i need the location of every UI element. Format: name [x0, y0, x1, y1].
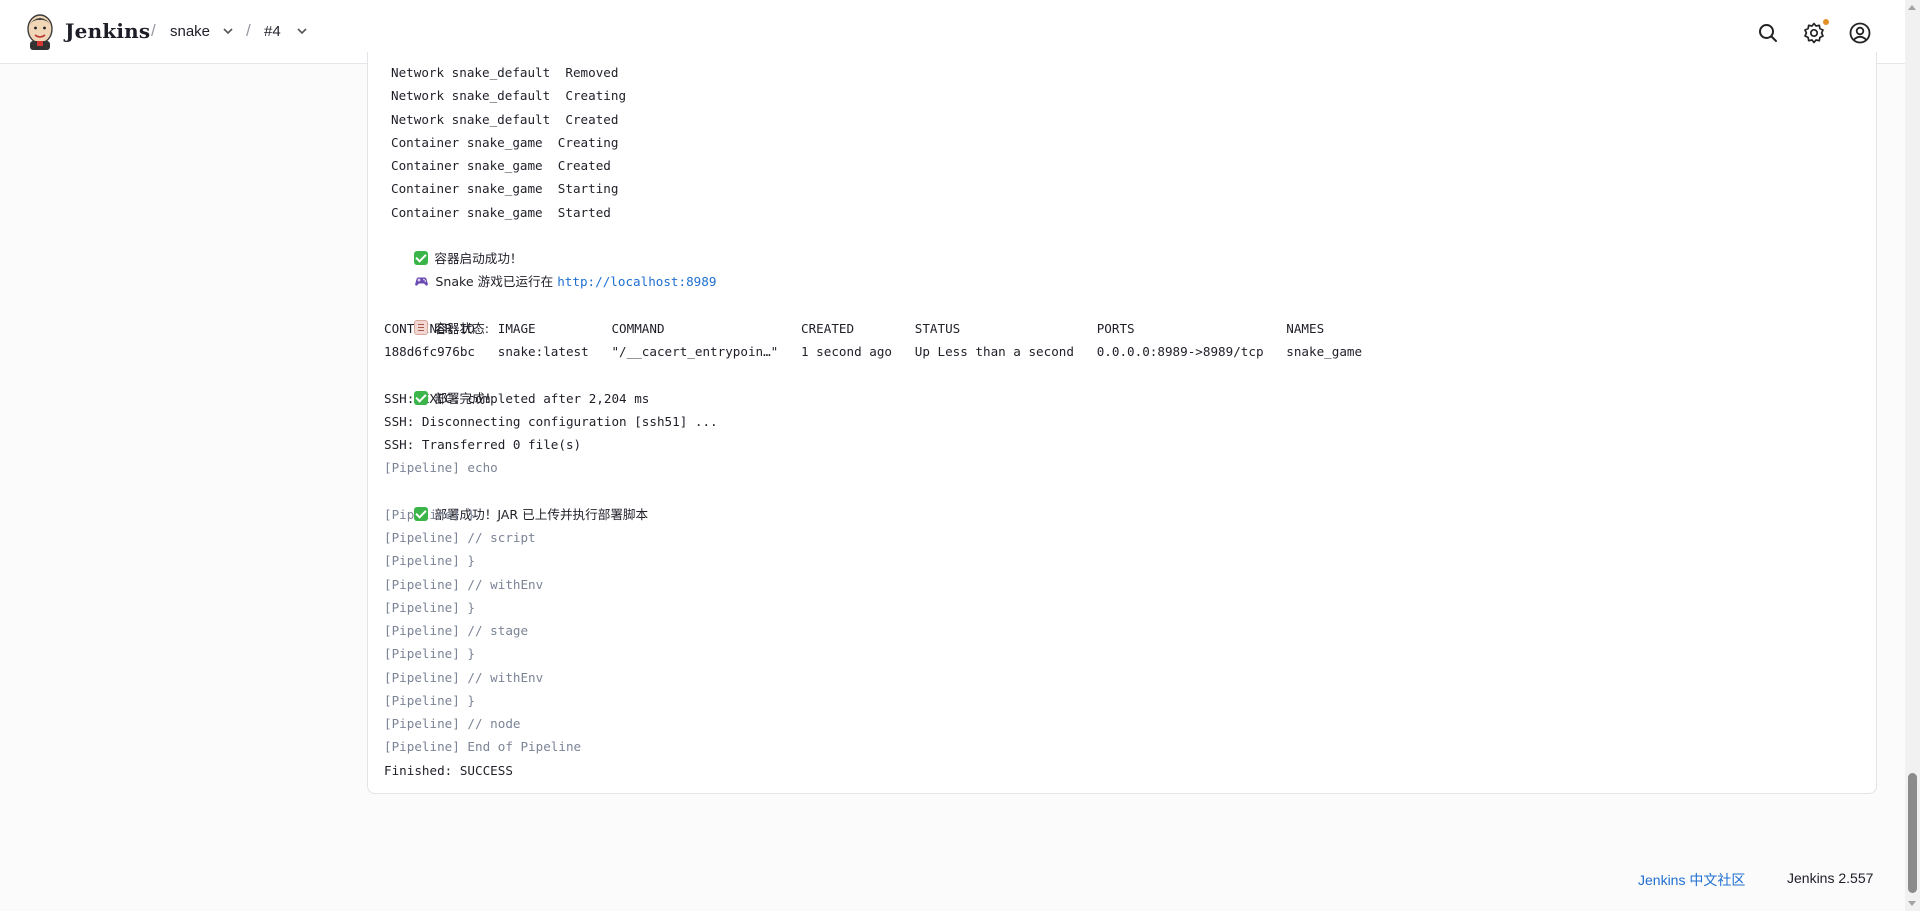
- console-line-pipeline: [Pipeline] }: [384, 692, 475, 708]
- console-line-pipeline: [Pipeline] }: [384, 599, 475, 615]
- console-line-pipeline: [Pipeline] echo: [384, 460, 498, 476]
- console-line: 容器状态:: [384, 294, 1864, 336]
- brand-name[interactable]: Jenkins: [65, 19, 150, 43]
- console-line-text: Snake 游戏已运行在: [435, 274, 558, 290]
- console-line: Snake 游戏已运行在 http://localhost:8989: [384, 247, 1864, 289]
- console-line: Container snake_game Created: [391, 158, 611, 173]
- chevron-down-icon[interactable]: [221, 24, 235, 38]
- game-controller-icon: [415, 277, 429, 286]
- breadcrumb-separator: /: [151, 21, 156, 40]
- console-line: Container snake_game Starting: [391, 181, 619, 197]
- console-line-text: 容器启动成功！: [434, 251, 523, 266]
- clipboard-icon: [414, 319, 429, 335]
- console-line: SSH: EXEC: completed after 2,204 ms: [384, 390, 650, 406]
- console-line: Network snake_default Creating: [391, 88, 627, 104]
- version-button[interactable]: Jenkins 2.557: [1787, 870, 1873, 886]
- console-line-pipeline: [Pipeline] End of Pipeline: [384, 739, 582, 755]
- breadcrumb-job-snake[interactable]: snake: [170, 23, 210, 40]
- page-scrollbar[interactable]: [1905, 0, 1920, 911]
- console-line: SSH: Disconnecting configuration [ssh51]…: [384, 413, 718, 429]
- console-line-pipeline: [Pipeline] // node: [384, 716, 521, 731]
- user-icon[interactable]: [1848, 21, 1872, 45]
- breadcrumb-build-number[interactable]: #4: [264, 23, 281, 40]
- console-line-pipeline: [Pipeline] // script: [384, 530, 536, 545]
- console-line: Container snake_game Creating: [391, 134, 619, 150]
- console-line: 容器启动成功！: [384, 224, 1864, 266]
- console-line: 188d6fc976bc snake:latest "/__cacert_ent…: [384, 344, 1363, 359]
- notification-dot: [1823, 19, 1829, 25]
- console-line: CONTAINER ID IMAGE COMMAND CREATED STATU…: [384, 320, 1325, 336]
- jenkins-logo-icon[interactable]: [24, 13, 56, 51]
- check-icon: [414, 390, 429, 405]
- console-line-pipeline: [Pipeline] // withEnv: [384, 576, 544, 592]
- console-line-pipeline: [Pipeline] }: [384, 553, 475, 569]
- console-line-pipeline: [Pipeline] // stage: [384, 623, 529, 638]
- breadcrumb-separator: /: [246, 21, 251, 40]
- check-icon: [414, 251, 429, 265]
- scroll-up-arrow-icon[interactable]: [1908, 5, 1916, 10]
- console-line: Network snake_default Removed: [391, 65, 619, 80]
- console-line: Network snake_default Created: [391, 111, 619, 127]
- chevron-down-icon[interactable]: [295, 24, 309, 38]
- scrollbar-thumb[interactable]: [1908, 773, 1917, 893]
- gear-icon[interactable]: [1802, 21, 1826, 45]
- console-line-pipeline: [Pipeline] }: [384, 646, 475, 662]
- localhost-link[interactable]: http://localhost:8989: [557, 274, 716, 289]
- console-log: Network snake_default Removed Network sn…: [384, 61, 1864, 782]
- check-icon: [414, 506, 429, 521]
- console-line: Container snake_game Started: [391, 204, 611, 220]
- console-line: SSH: Transferred 0 file(s): [384, 437, 582, 452]
- console-line: 部署成功！JAR 已上传并执行部署脚本: [384, 480, 1864, 522]
- scroll-down-arrow-icon[interactable]: [1908, 901, 1916, 906]
- console-line: 部署完成！: [384, 363, 1864, 406]
- console-line-pipeline: [Pipeline] // withEnv: [384, 669, 544, 685]
- console-line-finished: Finished: SUCCESS: [384, 762, 513, 778]
- community-link[interactable]: Jenkins 中文社区: [1638, 870, 1745, 890]
- search-icon[interactable]: [1756, 21, 1780, 45]
